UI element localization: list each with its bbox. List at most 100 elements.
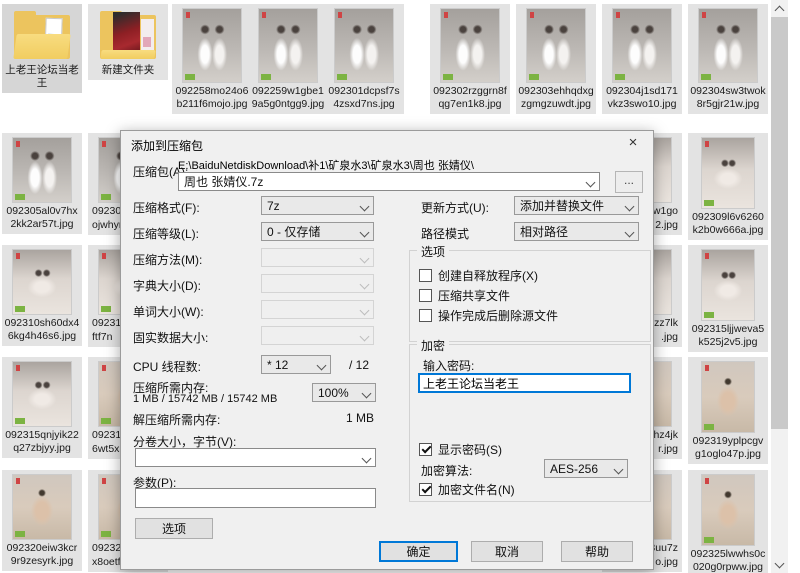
marker-icon xyxy=(102,478,106,484)
file-name: 上老王论坛当老王 xyxy=(2,63,82,90)
archive-name-combobox[interactable]: 周也 张婧仪.7z xyxy=(178,172,600,191)
photo-thumbnail xyxy=(335,9,393,82)
marker-icon xyxy=(102,141,106,147)
encryption-method-dropdown[interactable]: AES-256 xyxy=(544,459,628,478)
close-icon[interactable]: × xyxy=(620,133,646,153)
media-type-badge-icon xyxy=(615,74,625,80)
marker-icon xyxy=(102,253,106,259)
file-item[interactable]: 092305al0v7hx2kk2ar57t.jpg xyxy=(2,133,82,234)
file-name: 092258mo24o6b211f6mojo.jpg xyxy=(172,84,252,111)
file-name: 092259w1gbe19a5g0ntgg9.jpg xyxy=(248,84,328,111)
memory-percent-dropdown[interactable]: 100% xyxy=(312,383,376,402)
memory-usage-detail: 1 MB / 15742 MB / 15742 MB xyxy=(133,393,277,405)
parameters-input[interactable] xyxy=(135,488,376,508)
photo-thumbnail xyxy=(702,362,754,432)
media-type-badge-icon xyxy=(443,74,453,80)
media-type-badge-icon xyxy=(15,531,25,537)
path-mode-dropdown[interactable]: 相对路径 xyxy=(514,222,639,241)
file-name: 新建文件夹 xyxy=(88,63,168,77)
scroll-up-arrow-icon[interactable] xyxy=(771,0,788,17)
file-item[interactable]: 092304j1sd171vkz3swo10.jpg xyxy=(602,4,682,114)
folder-icon xyxy=(99,10,157,62)
photo-thumbnail xyxy=(527,9,585,82)
file-item[interactable]: 092325lwwhs0c020g0rpww.jpg xyxy=(688,470,768,573)
file-explorer-window: 上老王论坛当老王新建文件夹092258mo24o6b211f6mojo.jpg0… xyxy=(0,0,800,573)
browse-button[interactable]: ... xyxy=(615,171,643,193)
file-item[interactable]: 092259w1gbe19a5g0ntgg9.jpg xyxy=(248,4,328,114)
marker-icon xyxy=(530,12,534,18)
file-item[interactable]: 092309l6v6260k2b0w666a.jpg xyxy=(688,133,768,240)
file-name: 092303ehhqdxgzgmgzuwdt.jpg xyxy=(516,84,596,111)
dictionary-size-label: 字典大小(D): xyxy=(133,277,201,294)
archive-path: E:\BaiduNetdiskDownload\补1\矿泉水3\矿泉水3\周也 … xyxy=(178,157,474,173)
marker-icon xyxy=(616,12,620,18)
format-dropdown[interactable]: 7z xyxy=(261,196,374,215)
cpu-threads-dropdown[interactable]: * 12 xyxy=(261,355,331,374)
file-item[interactable]: 092302rzggrn8fqg7en1k8.jpg xyxy=(430,4,510,114)
marker-icon xyxy=(102,365,106,371)
word-size-dropdown xyxy=(261,300,374,319)
cpu-threads-label: CPU 线程数: xyxy=(133,358,201,375)
format-label: 压缩格式(F): xyxy=(133,199,200,216)
options-button[interactable]: 选项 xyxy=(135,518,213,539)
media-type-badge-icon xyxy=(704,424,714,430)
media-type-badge-icon xyxy=(101,306,111,312)
file-item[interactable]: 092320eiw3kcr9r9zesyrk.jpg xyxy=(2,470,82,571)
marker-icon xyxy=(16,365,20,371)
file-name: 092325lwwhs0c020g0rpww.jpg xyxy=(688,547,768,573)
create-sfx-checkbox[interactable]: 创建自释放程序(X) xyxy=(419,267,538,284)
file-item[interactable]: 092304sw3twok8r5gjr21w.jpg xyxy=(688,4,768,114)
volume-size-combobox[interactable] xyxy=(135,448,376,467)
marker-icon xyxy=(338,12,342,18)
decompress-memory-label: 解压缩所需内存: xyxy=(133,411,220,428)
file-item[interactable]: 092315qnjyik22q27zbjyy.jpg xyxy=(2,357,82,458)
media-type-badge-icon xyxy=(701,74,711,80)
delete-after-compression-checkbox[interactable]: 操作完成后删除源文件 xyxy=(419,307,558,324)
marker-icon xyxy=(444,12,448,18)
file-item[interactable]: 092303ehhqdxgzgmgzuwdt.jpg xyxy=(516,4,596,114)
path-mode-label: 路径模式 xyxy=(421,225,469,242)
password-input[interactable] xyxy=(418,373,631,393)
compress-shared-files-checkbox[interactable]: 压缩共享文件 xyxy=(419,287,510,304)
file-name: 092305al0v7hx2kk2ar57t.jpg xyxy=(2,204,82,231)
file-item[interactable]: 092301dcpsf7s4zsxd7ns.jpg xyxy=(324,4,404,114)
photo-thumbnail xyxy=(13,250,71,314)
marker-icon xyxy=(262,12,266,18)
file-name: 092315qnjyik22q27zbjyy.jpg xyxy=(2,428,82,455)
method-dropdown xyxy=(261,248,374,267)
media-type-badge-icon xyxy=(101,418,111,424)
encrypt-filenames-checkbox[interactable]: 加密文件名(N) xyxy=(419,481,515,498)
update-mode-dropdown[interactable]: 添加并替换文件 xyxy=(514,196,639,215)
file-name: 092304j1sd171vkz3swo10.jpg xyxy=(602,84,682,111)
file-item[interactable]: 092315ljjweva5k525j2v5.jpg xyxy=(688,245,768,352)
file-item[interactable]: 092310sh60dx46kg4h46s6.jpg xyxy=(2,245,82,346)
folder-item[interactable]: 新建文件夹 xyxy=(88,4,168,80)
scrollbar-thumb[interactable] xyxy=(771,17,788,429)
cpu-threads-max: / 12 xyxy=(349,358,369,372)
folder-item[interactable]: 上老王论坛当老王 xyxy=(2,4,82,93)
vertical-scrollbar[interactable] xyxy=(771,0,788,573)
show-password-checkbox[interactable]: 显示密码(S) xyxy=(419,441,502,458)
cancel-button[interactable]: 取消 xyxy=(471,541,543,562)
help-button[interactable]: 帮助 xyxy=(561,541,633,562)
options-group-title: 选项 xyxy=(417,243,449,260)
file-item[interactable]: 092319yplpcgvg1oglo47p.jpg xyxy=(688,357,768,464)
photo-thumbnail xyxy=(702,250,754,320)
word-size-label: 单词大小(W): xyxy=(133,303,204,320)
file-name: 092320eiw3kcr9r9zesyrk.jpg xyxy=(2,541,82,568)
scroll-down-arrow-icon[interactable] xyxy=(771,556,788,573)
file-name: 092304sw3twok8r5gjr21w.jpg xyxy=(688,84,768,111)
marker-icon xyxy=(702,12,706,18)
media-type-badge-icon xyxy=(704,200,714,206)
ok-button[interactable]: 确定 xyxy=(379,541,458,562)
file-item[interactable]: 092258mo24o6b211f6mojo.jpg xyxy=(172,4,252,114)
media-type-badge-icon xyxy=(15,418,25,424)
media-type-badge-icon xyxy=(261,74,271,80)
solid-block-size-label: 固实数据大小: xyxy=(133,329,208,346)
level-label: 压缩等级(L): xyxy=(133,225,199,242)
photo-thumbnail xyxy=(259,9,317,82)
media-type-badge-icon xyxy=(704,537,714,543)
media-type-badge-icon xyxy=(101,194,111,200)
level-dropdown[interactable]: 0 - 仅存储 xyxy=(261,222,374,241)
file-name: 092315ljjweva5k525j2v5.jpg xyxy=(688,322,768,349)
